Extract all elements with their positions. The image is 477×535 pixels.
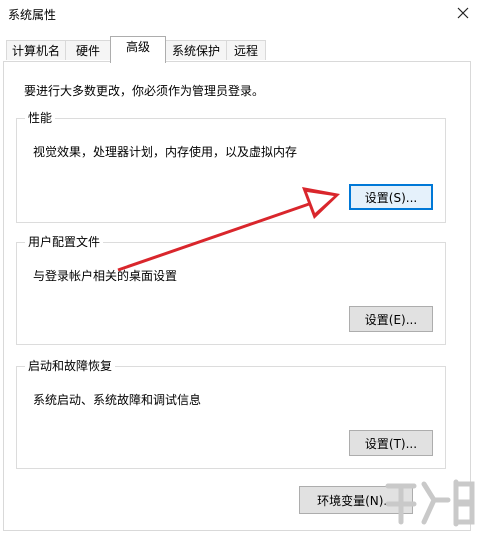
admin-note: 要进行大多数更改，你必须作为管理员登录。 bbox=[24, 84, 265, 98]
tab-strip: 计算机名 硬件 高级 系统保护 远程 bbox=[3, 36, 473, 63]
startup-recovery-settings-button[interactable]: 设置(T)... bbox=[349, 430, 433, 456]
environment-variables-button[interactable]: 环境变量(N)... bbox=[299, 486, 413, 514]
user-profiles-settings-button[interactable]: 设置(E)... bbox=[349, 306, 433, 332]
startup-recovery-title: 启动和故障恢复 bbox=[25, 358, 116, 374]
tab-remote[interactable]: 远程 bbox=[226, 40, 266, 60]
window-title: 系统属性 bbox=[8, 8, 57, 22]
startup-recovery-description: 系统启动、系统故障和调试信息 bbox=[33, 393, 202, 407]
tab-hardware[interactable]: 硬件 bbox=[65, 40, 111, 60]
close-button[interactable] bbox=[448, 0, 477, 26]
close-icon bbox=[457, 7, 468, 19]
performance-description: 视觉效果，处理器计划，内存使用，以及虚拟内存 bbox=[33, 145, 298, 159]
performance-title: 性能 bbox=[25, 110, 56, 126]
tab-system-protection[interactable]: 系统保护 bbox=[165, 40, 227, 60]
user-profiles-description: 与登录帐户相关的桌面设置 bbox=[33, 269, 178, 283]
user-profiles-group: 用户配置文件 与登录帐户相关的桌面设置 设置(E)... bbox=[16, 234, 446, 345]
user-profiles-title: 用户配置文件 bbox=[25, 234, 104, 250]
tab-computer-name[interactable]: 计算机名 bbox=[6, 40, 66, 60]
tab-advanced[interactable]: 高级 bbox=[110, 36, 166, 63]
startup-recovery-group: 启动和故障恢复 系统启动、系统故障和调试信息 设置(T)... bbox=[16, 358, 446, 469]
performance-settings-button[interactable]: 设置(S)... bbox=[349, 184, 433, 210]
performance-group: 性能 视觉效果，处理器计划，内存使用，以及虚拟内存 设置(S)... bbox=[16, 110, 446, 223]
title-bar: 系统属性 bbox=[0, 0, 477, 28]
